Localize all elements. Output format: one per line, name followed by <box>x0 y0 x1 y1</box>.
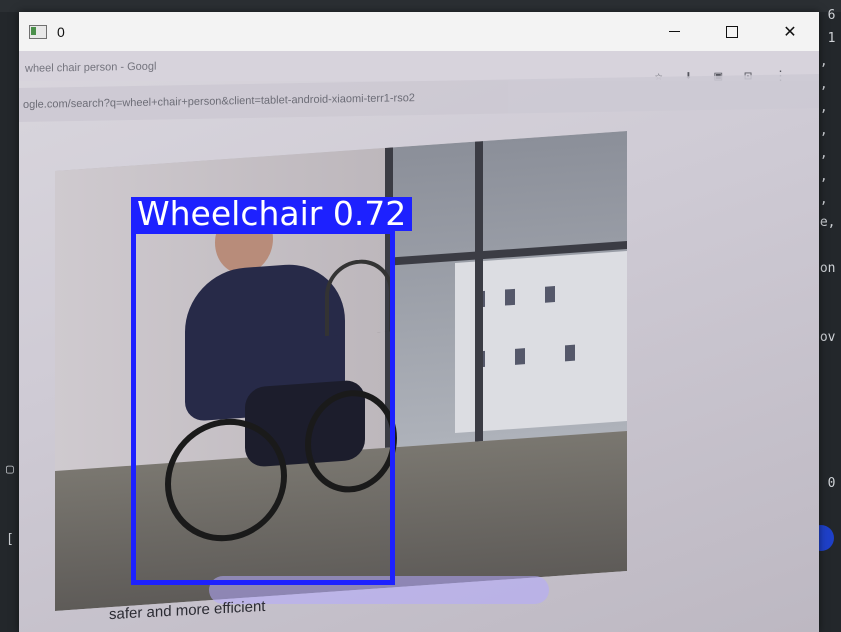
detection-window[interactable]: 0 ✕ wheel chair person - Googl ☆⬇▣⊡⋮ ogl… <box>19 12 819 632</box>
minimize-icon <box>668 31 680 32</box>
window-controls: ✕ <box>645 12 819 51</box>
app-icon <box>29 24 47 39</box>
maximize-icon <box>726 25 738 38</box>
terminal-checkbox-glyph: ▢ <box>6 462 14 477</box>
detection-bounding-box <box>131 229 395 585</box>
maximize-button[interactable] <box>703 12 761 51</box>
window-titlebar[interactable]: 0 ✕ <box>19 12 819 51</box>
window-title: 0 <box>57 23 65 40</box>
terminal-left-bracket: [ <box>6 532 14 547</box>
close-button[interactable]: ✕ <box>761 12 819 51</box>
window-frame-mid <box>475 141 483 442</box>
terminal-top-strip <box>0 0 841 12</box>
detection-label: Wheelchair 0.72 <box>131 197 413 231</box>
minimize-button[interactable] <box>645 12 703 51</box>
camera-feed: wheel chair person - Googl ☆⬇▣⊡⋮ ogle.co… <box>19 51 819 632</box>
close-icon: ✕ <box>783 23 797 41</box>
photographed-tab: wheel chair person - Googl <box>25 60 157 75</box>
photographed-url: ogle.com/search?q=wheel+chair+person&cli… <box>19 73 819 123</box>
